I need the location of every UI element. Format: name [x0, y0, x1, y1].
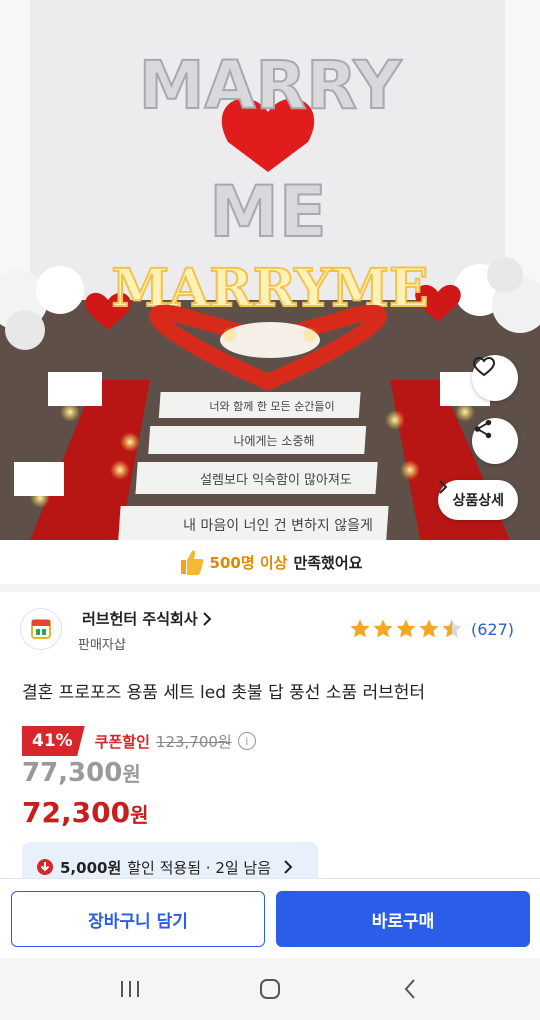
chevron-right-icon — [202, 611, 212, 626]
recent-apps-icon — [121, 981, 139, 997]
share-icon — [474, 419, 492, 439]
seller-logo[interactable] — [20, 608, 62, 650]
purchase-action-bar: 장바구니 담기 바로구매 — [0, 878, 540, 958]
share-button[interactable] — [472, 418, 518, 464]
discount-badge: 41% — [22, 726, 85, 756]
final-price: 72,300원 — [22, 796, 148, 829]
rating-summary[interactable]: (627) — [349, 618, 514, 640]
wishlist-button[interactable] — [472, 355, 518, 401]
section-divider — [0, 584, 540, 592]
coupon-amount: 5,000원 — [60, 858, 122, 877]
chevron-right-icon — [284, 860, 293, 874]
chevron-right-icon — [439, 480, 448, 494]
buy-now-button[interactable]: 바로구매 — [276, 891, 530, 947]
product-detail-label: 상품상세 — [452, 493, 504, 509]
message-card-3: 설렘보다 익숙함이 많아져도 — [200, 473, 352, 488]
system-navigation-bar — [0, 958, 540, 1020]
back-button[interactable] — [380, 969, 440, 1009]
original-price: 123,700원 — [155, 732, 232, 751]
star-full-icon — [396, 619, 416, 638]
recent-apps-button[interactable] — [100, 969, 160, 1009]
coupon-discount-label: 쿠폰할인 — [94, 732, 150, 751]
seller-subtitle: 판매자샵 — [78, 638, 126, 653]
star-rating — [349, 618, 463, 640]
final-price-unit: 원 — [130, 803, 149, 827]
down-arrow-circle-icon — [37, 859, 53, 875]
product-title: 결혼 프로포즈 용품 세트 led 촛불 답 풍선 소품 러브헌터 — [22, 683, 426, 703]
add-to-cart-button[interactable]: 장바구니 담기 — [11, 891, 265, 947]
star-full-icon — [350, 619, 370, 638]
info-icon[interactable]: i — [237, 732, 256, 750]
satisfaction-count: 500명 이상 — [209, 553, 288, 572]
final-price-value: 72,300 — [22, 796, 131, 829]
sale-price: 77,300원 — [22, 758, 141, 788]
store-icon — [31, 619, 51, 639]
seller-name: 러브헌터 주식회사 — [82, 610, 198, 628]
proposal-scene-illustration: MARRY ME MARRYME 너와 함께 한 모든 순간들이 나에게는 소중… — [0, 0, 540, 540]
discount-row: 41% 쿠폰할인 123,700원 i — [22, 726, 256, 756]
product-detail-button[interactable]: 상품상세 — [438, 480, 518, 520]
product-image[interactable]: MARRY ME MARRYME 너와 함께 한 모든 순간들이 나에게는 소중… — [0, 0, 540, 540]
home-button[interactable] — [240, 969, 300, 1009]
satisfaction-banner: 500명 이상 만족했어요 — [0, 540, 540, 584]
sale-price-unit: 원 — [122, 762, 141, 786]
star-half-icon — [442, 619, 462, 638]
home-icon — [260, 979, 280, 999]
back-chevron-icon — [404, 979, 415, 999]
coupon-status: 할인 적용됨 · 2일 남음 — [127, 858, 272, 877]
review-count: (627) — [470, 619, 514, 639]
sale-price-value: 77,300 — [22, 758, 123, 788]
message-card-4: 내 마음이 너인 건 변하지 않을게 — [183, 518, 373, 534]
message-card-2: 나에게는 소중해 — [233, 434, 314, 448]
star-full-icon — [419, 619, 439, 638]
heart-outline-icon — [472, 356, 496, 377]
thumbs-up-icon — [180, 550, 203, 575]
satisfaction-text: 만족했어요 — [293, 553, 363, 572]
balloon-letters-bottom: ME — [209, 171, 326, 253]
balloon-letters-top: MARRY — [139, 47, 403, 124]
seller-shop-link[interactable]: 러브헌터 주식회사 — [82, 608, 212, 629]
message-card-1: 너와 함께 한 모든 순간들이 — [209, 400, 334, 413]
star-full-icon — [373, 619, 393, 638]
